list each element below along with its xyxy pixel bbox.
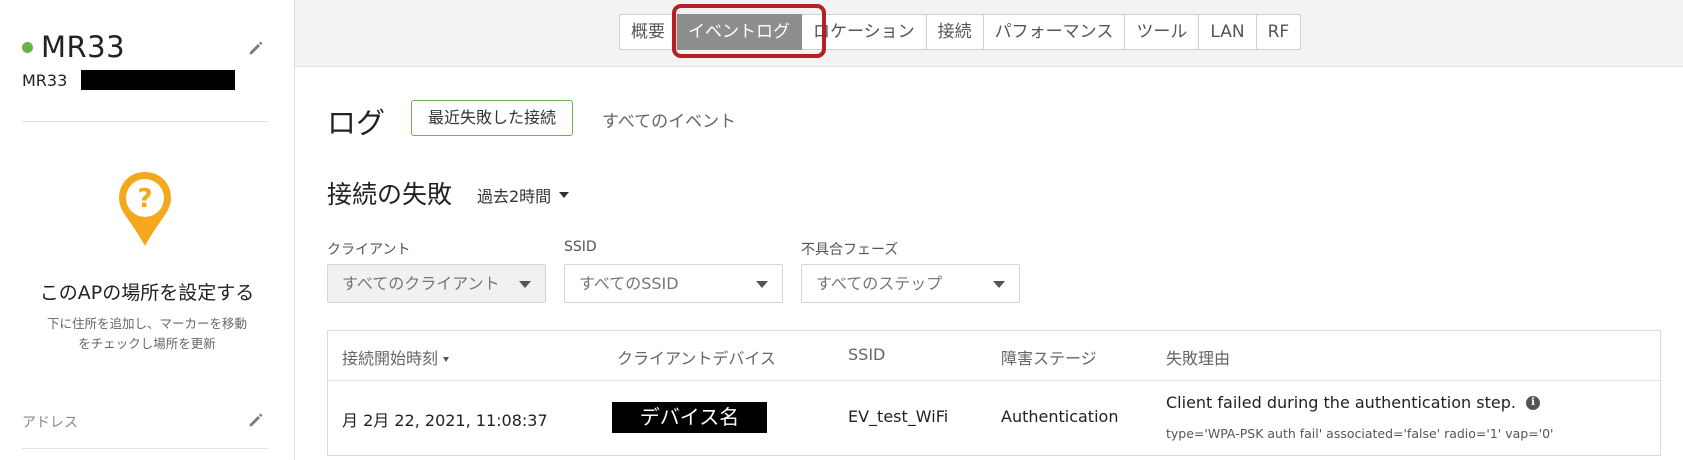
info-icon[interactable]: i bbox=[1525, 395, 1540, 410]
column-header-failure-reason[interactable]: 失敗理由 bbox=[1166, 345, 1230, 369]
column-header-label: 接続開始時刻 bbox=[342, 349, 439, 368]
page-title: ログ bbox=[327, 106, 386, 140]
phase-filter-value: すべてのステップ bbox=[816, 274, 943, 293]
tab-all-events[interactable]: すべてのイベント bbox=[602, 107, 736, 132]
cell-failure-stage: Authentication bbox=[1001, 407, 1119, 426]
time-range-dropdown[interactable]: 過去2時間 bbox=[477, 183, 570, 207]
column-header-start-time[interactable]: 接続開始時刻 bbox=[342, 345, 450, 369]
failures-table: 接続開始時刻 クライアントデバイス SSID 障害ステージ 失敗理由 月 2月 … bbox=[327, 330, 1661, 456]
phase-filter-label: 不具合フェーズ bbox=[801, 242, 899, 258]
client-filter-value: すべてのクライアント bbox=[342, 274, 500, 293]
tab-location[interactable]: ロケーション bbox=[802, 14, 927, 50]
tab-group: 概要 イベントログ ロケーション 接続 パフォーマンス ツール LAN RF bbox=[619, 14, 1302, 50]
ssid-filter-value: すべてのSSID bbox=[579, 274, 679, 293]
top-tab-bar: 概要 イベントログ ロケーション 接続 パフォーマンス ツール LAN RF bbox=[295, 0, 1683, 67]
divider bbox=[22, 448, 268, 449]
failure-reason-detail: type='WPA-PSK auth fail' associated='fal… bbox=[1166, 426, 1554, 441]
edit-name-pencil-icon[interactable] bbox=[247, 39, 265, 57]
cell-start-time: 月 2月 22, 2021, 11:08:37 bbox=[342, 411, 548, 430]
svg-text:?: ? bbox=[137, 184, 152, 214]
tab-event-log[interactable]: イベントログ bbox=[677, 14, 802, 50]
caret-down-icon bbox=[559, 192, 570, 198]
sidebar: MR33 MR33 ? このAPの場所を設定する 下に住所を追加し、マーカーを移… bbox=[0, 0, 295, 460]
location-desc-line2: をチェックし場所を更新 bbox=[78, 336, 216, 351]
location-pin-icon[interactable]: ? bbox=[115, 168, 175, 254]
tab-lan[interactable]: LAN bbox=[1199, 14, 1257, 50]
edit-address-pencil-icon[interactable] bbox=[247, 411, 265, 429]
ap-model: MR33 bbox=[22, 70, 68, 90]
tab-rf[interactable]: RF bbox=[1256, 14, 1302, 50]
caret-down-icon bbox=[993, 281, 1005, 288]
caret-down-icon bbox=[519, 281, 531, 288]
phase-filter-select[interactable]: すべてのステップ bbox=[801, 264, 1020, 303]
time-range-value: 過去2時間 bbox=[477, 187, 552, 206]
tab-connection[interactable]: 接続 bbox=[926, 14, 984, 50]
cell-client-device-redacted[interactable]: デバイス名 bbox=[612, 402, 767, 433]
ssid-filter-select[interactable]: すべてのSSID bbox=[564, 264, 783, 303]
address-label: アドレス bbox=[22, 415, 78, 431]
section-title: 接続の失敗 bbox=[327, 180, 453, 209]
ssid-filter-label: SSID bbox=[564, 239, 597, 255]
table-header: 接続開始時刻 クライアントデバイス SSID 障害ステージ 失敗理由 bbox=[328, 331, 1660, 381]
redacted-serial bbox=[81, 70, 236, 90]
column-header-ssid[interactable]: SSID bbox=[848, 345, 885, 364]
sort-desc-icon bbox=[443, 357, 450, 362]
tab-recent-failed-connections[interactable]: 最近失敗した接続 bbox=[411, 100, 574, 136]
location-desc-line1: 下に住所を追加し、マーカーを移動 bbox=[46, 316, 247, 331]
location-title: このAPの場所を設定する bbox=[39, 282, 255, 304]
failure-reason-text: Client failed during the authentication … bbox=[1166, 393, 1516, 412]
location-description: 下に住所を追加し、マーカーを移動 をチェックし場所を更新 bbox=[0, 314, 294, 354]
status-online-indicator bbox=[22, 41, 33, 53]
caret-down-icon bbox=[756, 281, 768, 288]
cell-failure-reason: Client failed during the authentication … bbox=[1166, 393, 1540, 412]
tab-performance[interactable]: パフォーマンス bbox=[983, 14, 1126, 50]
client-filter-label: クライアント bbox=[327, 242, 411, 258]
divider bbox=[22, 121, 268, 122]
column-header-failure-stage[interactable]: 障害ステージ bbox=[1001, 345, 1097, 369]
tab-overview[interactable]: 概要 bbox=[619, 14, 677, 50]
client-filter-select[interactable]: すべてのクライアント bbox=[327, 264, 546, 303]
tab-tools[interactable]: ツール bbox=[1125, 14, 1200, 50]
column-header-client-device[interactable]: クライアントデバイス bbox=[617, 345, 776, 369]
cell-ssid: EV_test_WiFi bbox=[848, 407, 949, 426]
ap-header: MR33 MR33 bbox=[22, 30, 272, 90]
ap-name: MR33 bbox=[41, 30, 126, 64]
